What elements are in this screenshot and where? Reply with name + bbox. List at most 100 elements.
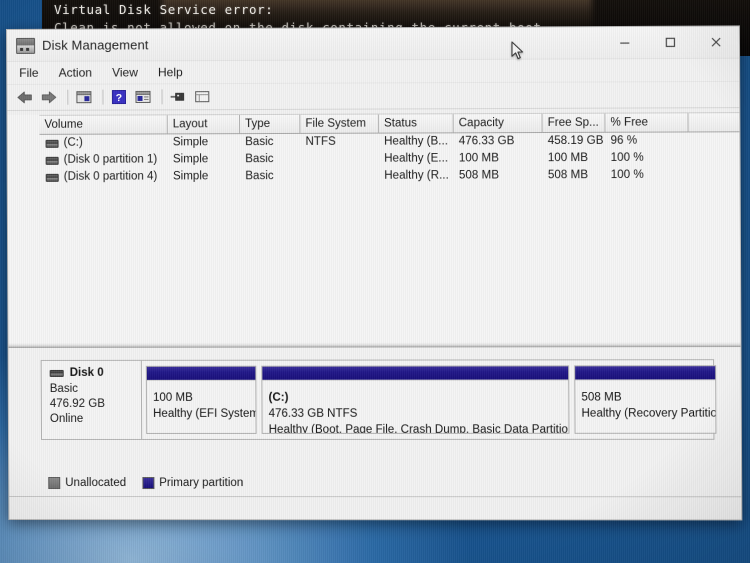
partition-size: 476.33 GB NTFS [268, 407, 358, 420]
cell-free-space: 100 MB [547, 151, 589, 165]
minimize-button[interactable] [602, 27, 648, 58]
toolbar-separator-2 [102, 89, 104, 105]
cell-percent-free: 100 % [610, 168, 644, 182]
disk-management-window[interactable]: Disk Management File Action View Help ? … [6, 25, 743, 521]
partition-size: 100 MB [152, 391, 193, 404]
column-header-volume[interactable]: Volume [39, 115, 168, 134]
cell-layout: Simple [172, 170, 209, 183]
volume-list-gutter [7, 114, 41, 344]
partition-efi[interactable]: 100 MB Healthy (EFI System [145, 365, 257, 434]
unallocated-swatch-icon [48, 477, 61, 490]
menu-file[interactable]: File [19, 66, 38, 80]
maximize-button[interactable] [648, 27, 694, 58]
cell-type: Basic [245, 170, 274, 183]
menu-help[interactable]: Help [158, 65, 183, 79]
menu-action[interactable]: Action [59, 66, 92, 80]
rescan-disks-icon[interactable] [168, 87, 189, 107]
window-title: Disk Management [42, 37, 149, 53]
volume-icon [45, 173, 59, 182]
column-header-file-system[interactable]: File System [300, 114, 380, 133]
partition-color-bar [575, 366, 716, 381]
disk-state: Online [49, 412, 84, 425]
cell-layout: Simple [172, 153, 209, 166]
partition-color-bar [146, 366, 256, 381]
cell-file-system: NTFS [305, 135, 336, 148]
close-button[interactable] [693, 26, 739, 57]
volume-icon [45, 139, 59, 148]
partition-color-bar [262, 366, 569, 381]
cell-volume-label: (Disk 0 partition 1) [63, 153, 158, 166]
column-header-free-space[interactable]: Free Sp... [542, 113, 606, 133]
cell-volume: (Disk 0 partition 4) [40, 168, 168, 185]
cell-free-space: 458.19 GB [547, 134, 604, 148]
legend-item-primary: Primary partition [142, 477, 243, 489]
cell-free-space: 508 MB [547, 169, 589, 182]
disk-graphical-view[interactable]: Disk 0 Basic 476.92 GB Online 100 MB Hea… [8, 347, 742, 520]
cell-volume-label: (Disk 0 partition 4) [63, 170, 158, 183]
cell-volume-label: (C:) [63, 136, 83, 149]
screen-photo: Virtual Disk Service error: Clean is not… [0, 0, 750, 563]
show-action-pane-icon[interactable] [192, 87, 213, 107]
disk-type: Basic [49, 382, 78, 395]
partition-details: (C:) 476.33 GB NTFS Healthy (Boot, Page … [262, 380, 569, 433]
table-row[interactable]: (Disk 0 partition 4) Simple Basic Health… [40, 167, 740, 186]
partition-c[interactable]: (C:) 476.33 GB NTFS Healthy (Boot, Page … [261, 365, 570, 434]
disk-row-disk0[interactable]: Disk 0 Basic 476.92 GB Online 100 MB Hea… [40, 359, 717, 440]
column-header-percent-free[interactable]: % Free [605, 113, 689, 132]
cell-layout: Simple [172, 136, 209, 149]
disk-management-icon [16, 37, 36, 54]
forward-icon[interactable] [38, 87, 59, 107]
help-icon[interactable]: ? [108, 87, 129, 107]
legend-label-unallocated: Unallocated [65, 477, 127, 490]
partition-details: 100 MB Healthy (EFI System [147, 381, 256, 422]
disk-size: 476.92 GB [49, 397, 105, 410]
column-header-status[interactable]: Status [378, 114, 454, 133]
back-icon[interactable] [14, 87, 35, 107]
column-header-filler [689, 113, 743, 132]
primary-partition-swatch-icon [142, 477, 155, 490]
partition-recovery[interactable]: 508 MB Healthy (Recovery Partition) [574, 365, 717, 434]
svg-text:?: ? [116, 93, 122, 104]
status-bar [9, 496, 742, 520]
cell-type: Basic [245, 153, 274, 166]
volume-list-header: Volume Layout Type File System Status Ca… [39, 112, 740, 135]
cell-capacity: 100 MB [458, 152, 499, 165]
partition-label: (C:) [268, 391, 289, 404]
cell-percent-free: 100 % [610, 151, 644, 164]
toolbar: ? [7, 81, 740, 111]
console-error-line-1: Virtual Disk Service error: [54, 2, 274, 17]
volume-list[interactable]: Volume Layout Type File System Status Ca… [39, 112, 741, 343]
partition-details: 508 MB Healthy (Recovery Partition) [575, 380, 715, 421]
menu-bar: File Action View Help [7, 58, 740, 85]
legend: Unallocated Primary partition [48, 477, 252, 489]
cell-percent-free: 96 % [610, 134, 638, 147]
cell-volume: (Disk 0 partition 1) [40, 151, 168, 168]
toolbar-separator-3 [161, 89, 163, 105]
partition-status: Healthy (EFI System [153, 407, 256, 420]
cell-status: Healthy (E... [384, 152, 449, 165]
window-controls [602, 26, 739, 58]
show-console-tree-icon[interactable] [73, 87, 94, 107]
toolbar-separator [67, 89, 69, 105]
partition-size: 508 MB [581, 391, 622, 404]
legend-label-primary: Primary partition [159, 477, 244, 490]
cell-volume: (C:) [40, 134, 168, 151]
cell-status: Healthy (B... [384, 135, 448, 148]
disk-info-panel[interactable]: Disk 0 Basic 476.92 GB Online [41, 360, 143, 439]
properties-icon[interactable] [132, 87, 153, 107]
partition-status: Healthy (Recovery Partition) [581, 407, 716, 420]
disk-name: Disk 0 [69, 366, 104, 379]
cell-capacity: 508 MB [458, 169, 500, 182]
disk-icon [49, 369, 64, 377]
column-header-capacity[interactable]: Capacity [453, 113, 543, 133]
column-header-type[interactable]: Type [240, 114, 301, 134]
cell-status: Healthy (R... [384, 169, 449, 182]
volume-icon [45, 156, 59, 165]
cell-capacity: 476.33 GB [458, 135, 515, 148]
title-bar[interactable]: Disk Management [7, 26, 740, 62]
cell-type: Basic [245, 136, 274, 149]
disk-title: Disk 0 [49, 366, 141, 379]
column-header-layout[interactable]: Layout [167, 115, 241, 134]
menu-view[interactable]: View [112, 65, 138, 79]
partition-strip: 100 MB Healthy (EFI System (C:) 476.33 G… [142, 360, 721, 439]
